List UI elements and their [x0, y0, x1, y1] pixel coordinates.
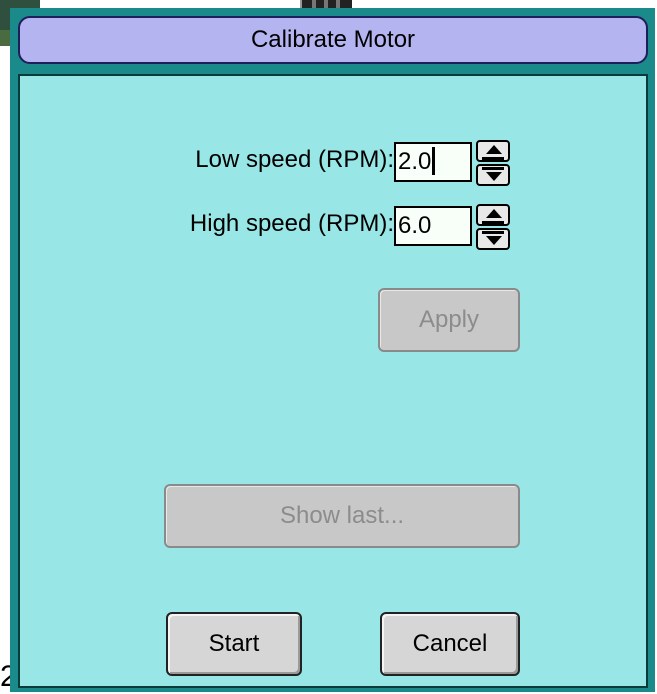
- window-title: Calibrate Motor: [250, 26, 416, 53]
- arrow-up-icon: [486, 209, 502, 218]
- arrow-base-icon: [482, 221, 504, 224]
- dialog-body: Low speed (RPM): 2.0 High speed (RPM): 6…: [18, 74, 648, 688]
- high-speed-decrement-button[interactable]: [476, 228, 510, 250]
- high-speed-increment-button[interactable]: [476, 204, 510, 226]
- low-speed-increment-button[interactable]: [476, 140, 510, 162]
- high-speed-input[interactable]: 6.0: [394, 206, 472, 246]
- arrow-up-icon: [486, 145, 502, 154]
- low-speed-input[interactable]: 2.0: [394, 142, 472, 182]
- low-speed-value: 2.0: [398, 148, 432, 175]
- text-caret: [432, 146, 436, 175]
- low-speed-decrement-button[interactable]: [476, 164, 510, 186]
- high-speed-label: High speed (RPM):: [189, 210, 394, 237]
- low-speed-label: Low speed (RPM):: [195, 146, 394, 173]
- title-bar[interactable]: Calibrate Motor: [18, 16, 648, 64]
- high-speed-value: 6.0: [398, 212, 432, 239]
- arrow-base-icon: [482, 231, 504, 234]
- calibrate-motor-dialog: Calibrate Motor Low speed (RPM): 2.0 Hig…: [10, 8, 655, 692]
- screen: 2 Calibrate Motor Low speed (RPM): 2.0 H…: [0, 0, 657, 694]
- arrow-base-icon: [482, 157, 504, 160]
- arrow-down-icon: [486, 236, 502, 245]
- high-speed-spinner[interactable]: [476, 204, 510, 250]
- arrow-base-icon: [482, 167, 504, 170]
- low-speed-spinner[interactable]: [476, 140, 510, 186]
- cancel-button[interactable]: Cancel: [380, 612, 520, 676]
- start-button[interactable]: Start: [166, 612, 302, 676]
- arrow-down-icon: [486, 172, 502, 181]
- apply-button[interactable]: Apply: [378, 288, 520, 352]
- show-last-button[interactable]: Show last...: [164, 484, 520, 548]
